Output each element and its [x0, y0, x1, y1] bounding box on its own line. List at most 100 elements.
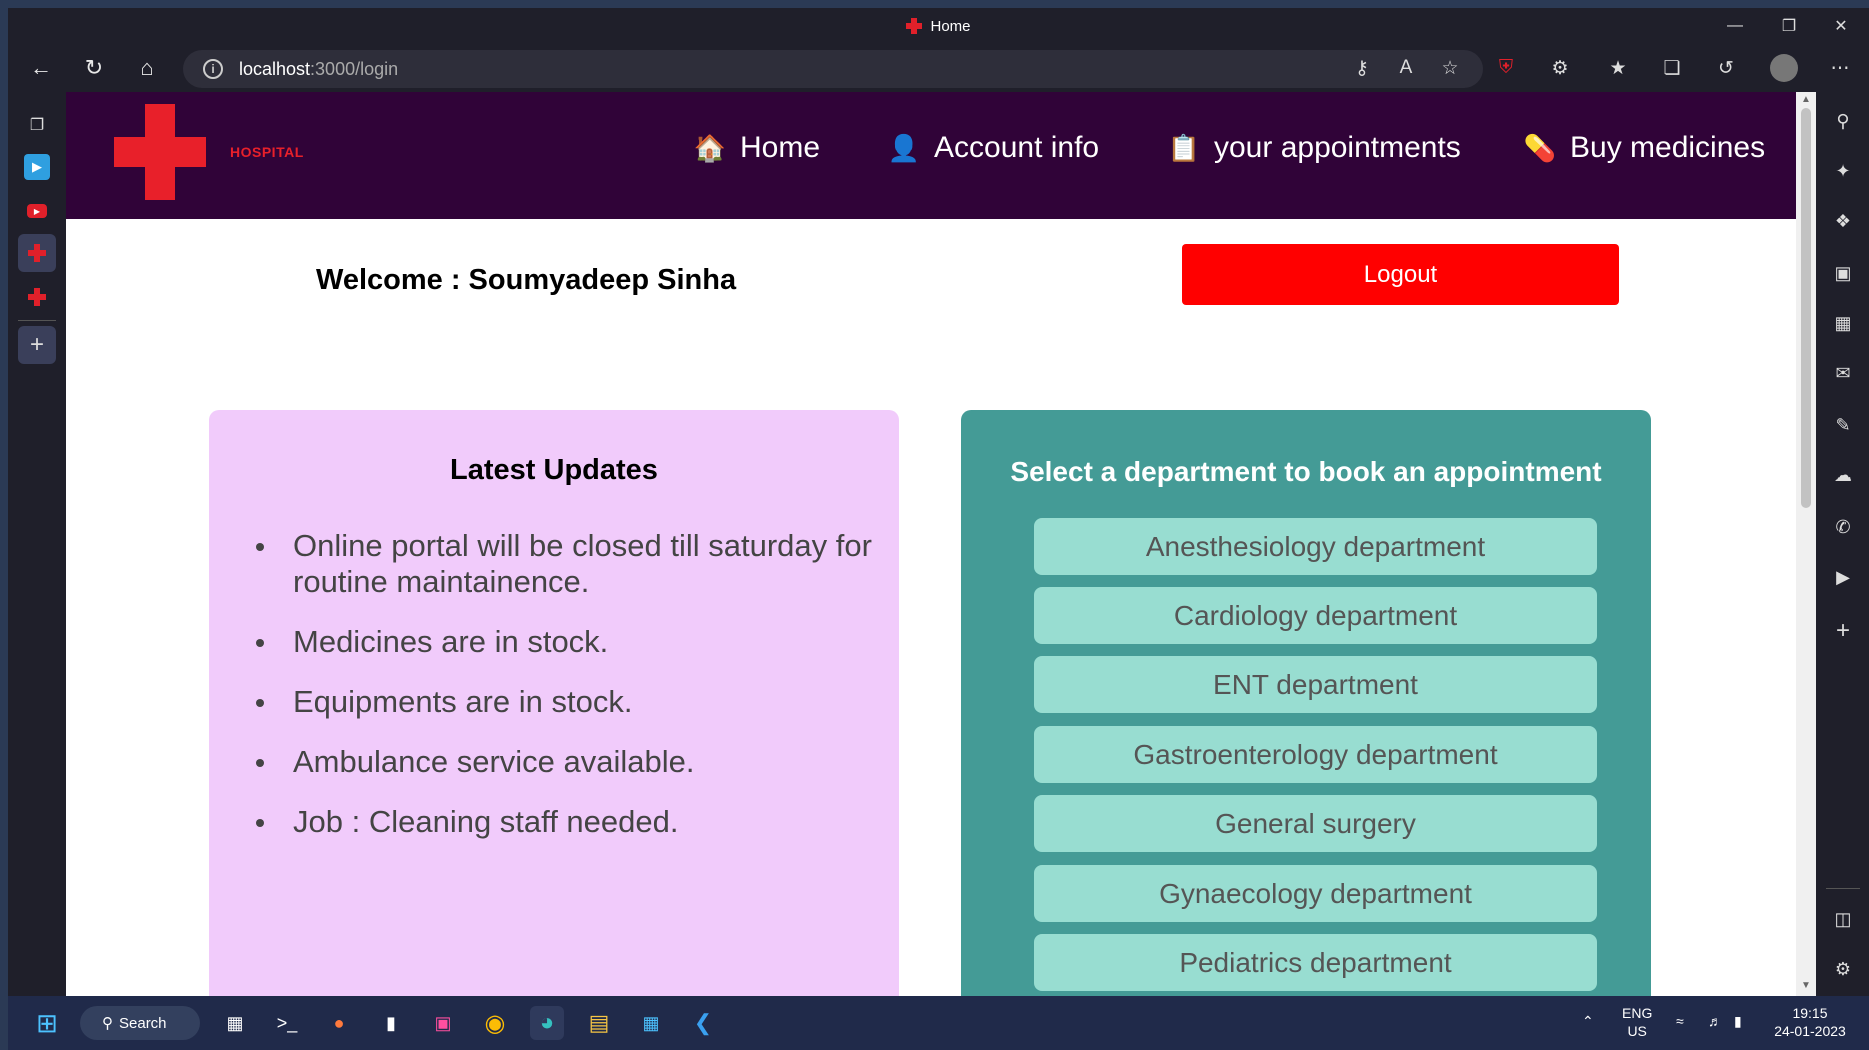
store-icon[interactable]: ▦	[634, 1006, 668, 1040]
toolbox-icon[interactable]: ▣	[1828, 258, 1858, 288]
terminal-icon[interactable]: >_	[270, 1006, 304, 1040]
file-explorer-icon[interactable]: ▤	[582, 1006, 616, 1040]
postman-icon[interactable]: ●	[322, 1006, 356, 1040]
sidebar-divider	[1826, 888, 1860, 889]
lang-bottom: US	[1627, 1023, 1647, 1039]
window-title-text: Home	[930, 17, 971, 35]
key-icon[interactable]: ⚷	[1348, 54, 1376, 82]
sidebar-toggle-icon[interactable]: ◫	[1828, 904, 1858, 934]
profile-avatar-icon[interactable]	[1770, 54, 1798, 82]
refresh-icon[interactable]: ↻	[76, 50, 112, 86]
pill-icon: 💊	[1523, 132, 1557, 163]
vertical-tabs-bar: ❐ ▶ ▶ +	[8, 92, 66, 996]
back-arrow-icon[interactable]: ←	[23, 50, 59, 86]
clock[interactable]: 19:15 24-01-2023	[1768, 1004, 1852, 1040]
department-button-general-surgery[interactable]: General surgery	[1034, 795, 1597, 852]
youtube-icon[interactable]: ▶	[1828, 562, 1858, 592]
taskbar-search[interactable]: ⚲ Search	[80, 1006, 200, 1040]
wifi-icon[interactable]: ≈	[1676, 1012, 1684, 1030]
nav-buy-medicines[interactable]: 💊 Buy medicines	[1524, 128, 1765, 168]
jetbrains-icon[interactable]: ▣	[426, 1006, 460, 1040]
scroll-up-icon[interactable]: ▲	[1800, 94, 1812, 105]
console-icon[interactable]: ▮	[374, 1006, 408, 1040]
tag-icon[interactable]: ❖	[1828, 206, 1858, 236]
volume-icon[interactable]: ♬	[1708, 1012, 1722, 1030]
hospital-logo-icon[interactable]	[114, 104, 206, 200]
page-scrollbar[interactable]: ▲ ▼	[1796, 92, 1816, 996]
read-aloud-icon[interactable]: A	[1392, 54, 1420, 82]
clock-time: 19:15	[1792, 1005, 1828, 1021]
vscode-icon[interactable]: ❮	[686, 1006, 720, 1040]
department-button-gastroenterology[interactable]: Gastroenterology department	[1034, 726, 1597, 783]
language-indicator[interactable]: ENG US	[1622, 1004, 1652, 1040]
lang-top: ENG	[1622, 1005, 1653, 1021]
clock-date: 24-01-2023	[1774, 1023, 1846, 1039]
list-item: Job : Cleaning staff needed.	[256, 804, 873, 840]
history-icon[interactable]: ↺	[1712, 54, 1740, 82]
logout-button[interactable]: Logout	[1182, 244, 1619, 305]
ublock-shield-icon[interactable]: ⛨	[1492, 54, 1520, 82]
collections-icon[interactable]: ❏	[1658, 54, 1686, 82]
whatsapp-icon[interactable]: ✆	[1828, 512, 1858, 542]
copilot-icon[interactable]: ✦	[1828, 156, 1858, 186]
browser-toolbar: ← ↻ ⌂ i localhost:3000/login ⚷ A ☆ ⛨ ⚙ ★…	[8, 44, 1869, 92]
nav-account-info-label: Account info	[934, 131, 1100, 164]
office-icon[interactable]: ▦	[1828, 308, 1858, 338]
new-tab-plus-icon[interactable]: +	[18, 326, 56, 364]
windows-start-icon[interactable]: ⊞	[30, 1006, 64, 1040]
department-button-pediatrics[interactable]: Pediatrics department	[1034, 934, 1597, 991]
youtube-icon[interactable]: ▶	[18, 192, 56, 230]
extensions-icon[interactable]: ⚙	[1546, 54, 1574, 82]
add-sidebar-plus-icon[interactable]: +	[1828, 616, 1858, 646]
scroll-down-icon[interactable]: ▼	[1800, 980, 1812, 991]
nav-home[interactable]: 🏠 Home	[694, 128, 820, 168]
drop-icon[interactable]: ✎	[1828, 410, 1858, 440]
list-item: Medicines are in stock.	[256, 624, 873, 660]
tab-hospital-active[interactable]	[18, 234, 56, 272]
minimize-icon[interactable]: —	[1708, 8, 1762, 44]
site-header: HOSPITAL 🏠 Home 👤 Account info 📋 your ap…	[66, 92, 1796, 219]
updates-list: Online portal will be closed till saturd…	[256, 528, 873, 864]
tabs-divider	[18, 320, 56, 321]
hospital-cross-icon	[28, 244, 46, 262]
outlook-icon[interactable]: ✉	[1828, 358, 1858, 388]
favorites-icon[interactable]: ★	[1604, 54, 1632, 82]
department-button-cardiology[interactable]: Cardiology department	[1034, 587, 1597, 644]
latest-updates-panel: Latest Updates Online portal will be clo…	[209, 410, 899, 996]
nav-account-info[interactable]: 👤 Account info	[888, 128, 1099, 168]
favorite-add-icon[interactable]: ☆	[1436, 54, 1464, 82]
nav-appointments[interactable]: 📋 your appointments	[1168, 128, 1461, 168]
department-button-ent[interactable]: ENT department	[1034, 656, 1597, 713]
browser-title-bar: Home — ❐ ✕	[8, 8, 1869, 44]
chrome-icon[interactable]: ◉	[478, 1006, 512, 1040]
restore-icon[interactable]: ❐	[1762, 8, 1816, 44]
scroll-thumb[interactable]	[1801, 108, 1811, 508]
logo-text: HOSPITAL	[230, 144, 304, 160]
list-item: Equipments are in stock.	[256, 684, 873, 720]
url-host: localhost	[239, 58, 311, 79]
tab-hospital[interactable]	[18, 278, 56, 316]
house-icon: 🏠	[693, 132, 727, 163]
browser-sidebar: ⚲ ✦ ❖ ▣ ▦ ✉ ✎ ☁ ✆ ▶ + ◫ ⚙	[1816, 92, 1869, 996]
edge-icon[interactable]: ◕	[530, 1006, 564, 1040]
department-button-anesthesiology[interactable]: Anesthesiology department	[1034, 518, 1597, 575]
address-bar[interactable]: i localhost:3000/login	[183, 50, 1483, 88]
games-icon[interactable]: ☁	[1828, 460, 1858, 490]
more-options-icon[interactable]: ⋯	[1826, 54, 1854, 82]
calculator-icon[interactable]: ▦	[218, 1006, 252, 1040]
battery-icon[interactable]: ▮	[1734, 1012, 1742, 1030]
windows-taskbar: ⊞ ⚲ Search ▦ >_ ● ▮ ▣ ◉ ◕ ▤ ▦ ❮ ⌃ ENG US…	[8, 996, 1869, 1050]
gear-icon[interactable]: ⚙	[1828, 954, 1858, 984]
page-viewport: HOSPITAL 🏠 Home 👤 Account info 📋 your ap…	[66, 92, 1796, 996]
site-info-icon[interactable]: i	[203, 59, 223, 79]
taskbar-search-label: Search	[119, 1014, 167, 1032]
tab-video-icon[interactable]: ▶	[18, 148, 56, 186]
department-button-gynaecology[interactable]: Gynaecology department	[1034, 865, 1597, 922]
search-icon[interactable]: ⚲	[1828, 106, 1858, 136]
nav-appointments-label: your appointments	[1214, 131, 1461, 164]
tab-actions-icon[interactable]: ❐	[18, 106, 56, 144]
user-icon: 👤	[887, 132, 921, 163]
close-icon[interactable]: ✕	[1814, 8, 1868, 44]
home-icon[interactable]: ⌂	[129, 50, 165, 86]
tray-overflow-icon[interactable]: ⌃	[1582, 1012, 1594, 1030]
